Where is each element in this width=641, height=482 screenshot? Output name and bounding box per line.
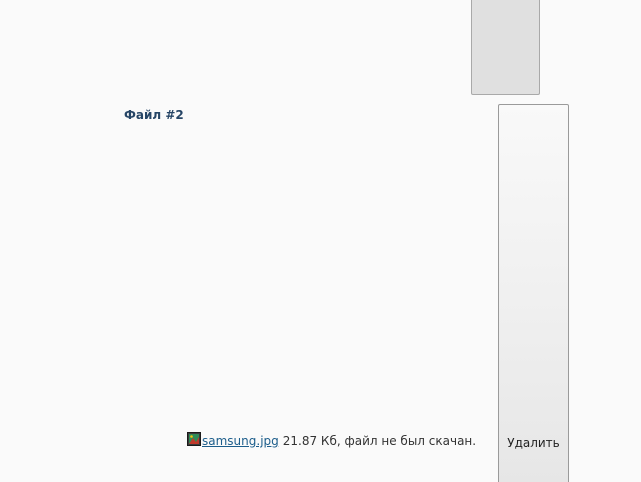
file-heading: Файл #2	[124, 108, 184, 122]
previous-delete-button[interactable]	[471, 0, 540, 95]
delete-button-label: Удалить	[507, 436, 560, 450]
attached-file-row: samsung.jpg 21.87 Кб, файл не был скачан…	[187, 432, 477, 448]
upload-form-panel: Файл #2 Удалить samsung.jpg 21.87 Кб, фа…	[0, 0, 641, 482]
file-info-text: 21.87 Кб, файл не был скачан.	[282, 434, 477, 448]
delete-button[interactable]: Удалить	[498, 104, 569, 482]
file-download-link[interactable]: samsung.jpg	[202, 434, 279, 448]
image-file-icon	[187, 432, 201, 446]
